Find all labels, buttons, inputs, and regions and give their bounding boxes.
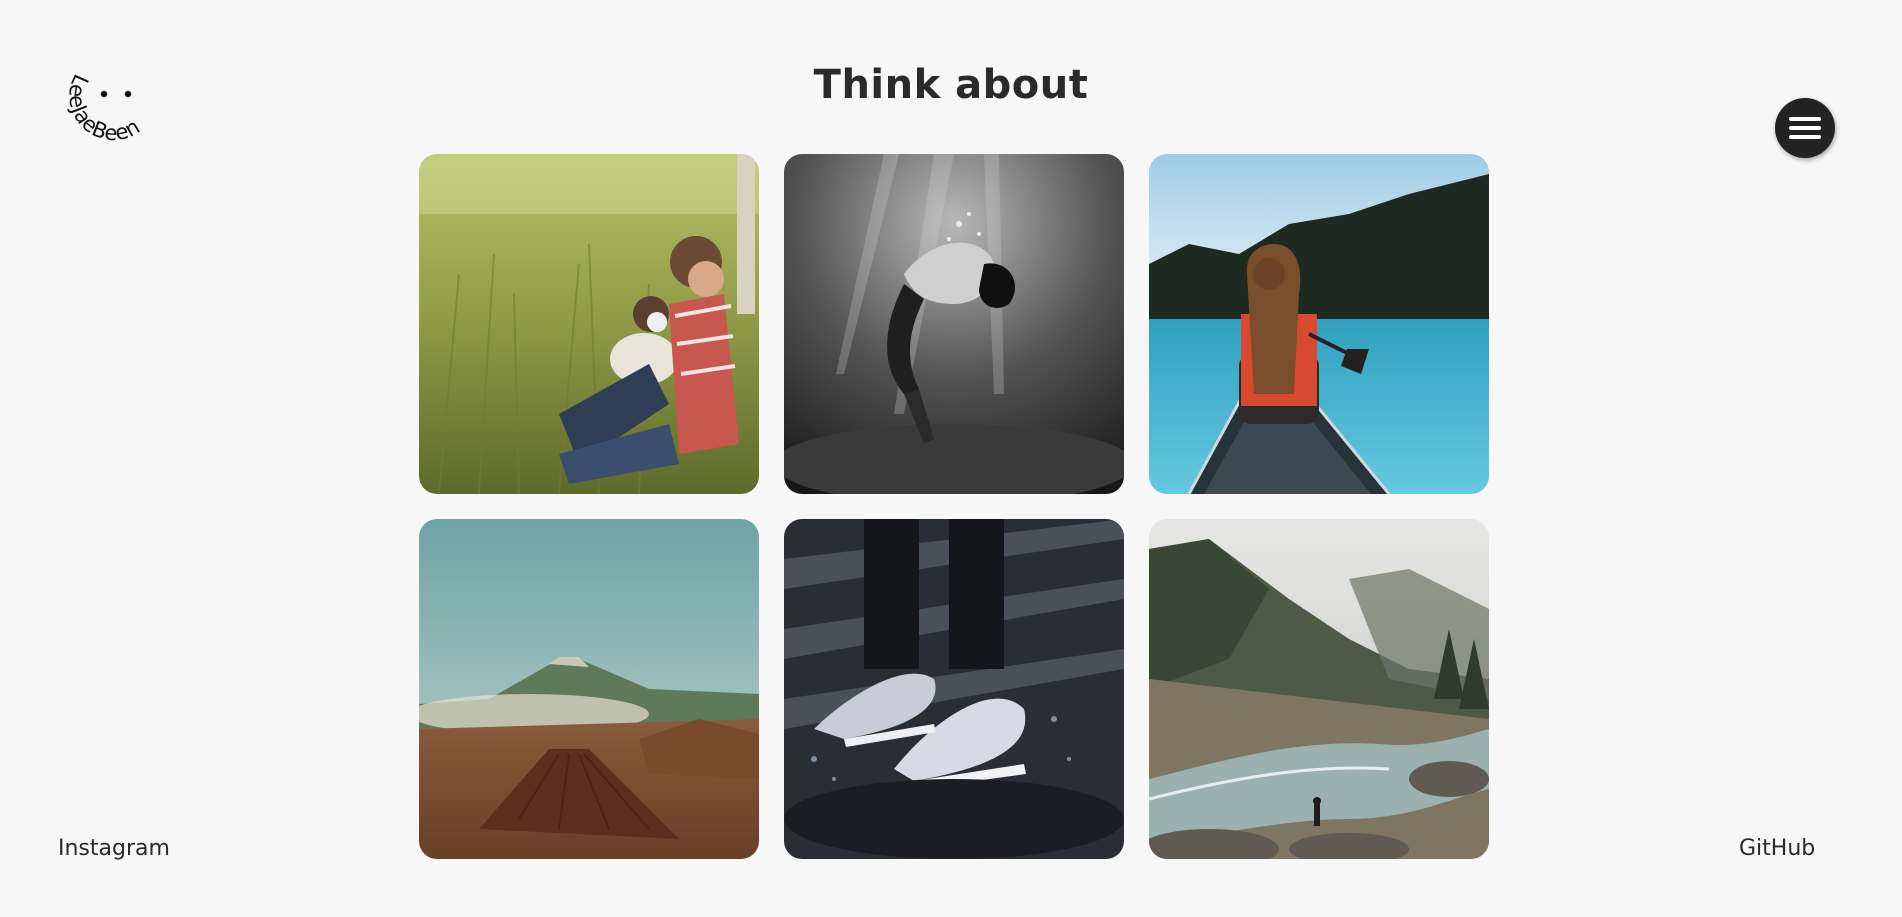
gallery-item[interactable]: [784, 154, 1124, 494]
menu-button[interactable]: [1775, 98, 1835, 158]
github-link[interactable]: GitHub: [1739, 836, 1815, 861]
instagram-link[interactable]: Instagram: [58, 836, 170, 861]
gallery-item[interactable]: [419, 154, 759, 494]
underwater-person-photo: [784, 154, 1124, 494]
hamburger-icon-line: [1789, 135, 1821, 139]
page: LeeJaeBeen Think about Instagram GitHub: [0, 0, 1902, 917]
gallery-item[interactable]: [419, 519, 759, 859]
woman-in-canoe-photo: [1149, 154, 1489, 494]
sneakers-splash-photo: [784, 519, 1124, 859]
page-title: Think about: [813, 62, 1089, 108]
gallery-item[interactable]: [1149, 519, 1489, 859]
river-valley-photo: [1149, 519, 1489, 859]
hamburger-icon-line: [1789, 117, 1821, 121]
man-and-dog-in-grass-photo: [419, 154, 759, 494]
gallery-item[interactable]: [1149, 154, 1489, 494]
hamburger-icon-line: [1789, 126, 1821, 130]
gallery-item[interactable]: [784, 519, 1124, 859]
photo-gallery: [419, 154, 1491, 859]
volcano-landscape-photo: [419, 519, 759, 859]
